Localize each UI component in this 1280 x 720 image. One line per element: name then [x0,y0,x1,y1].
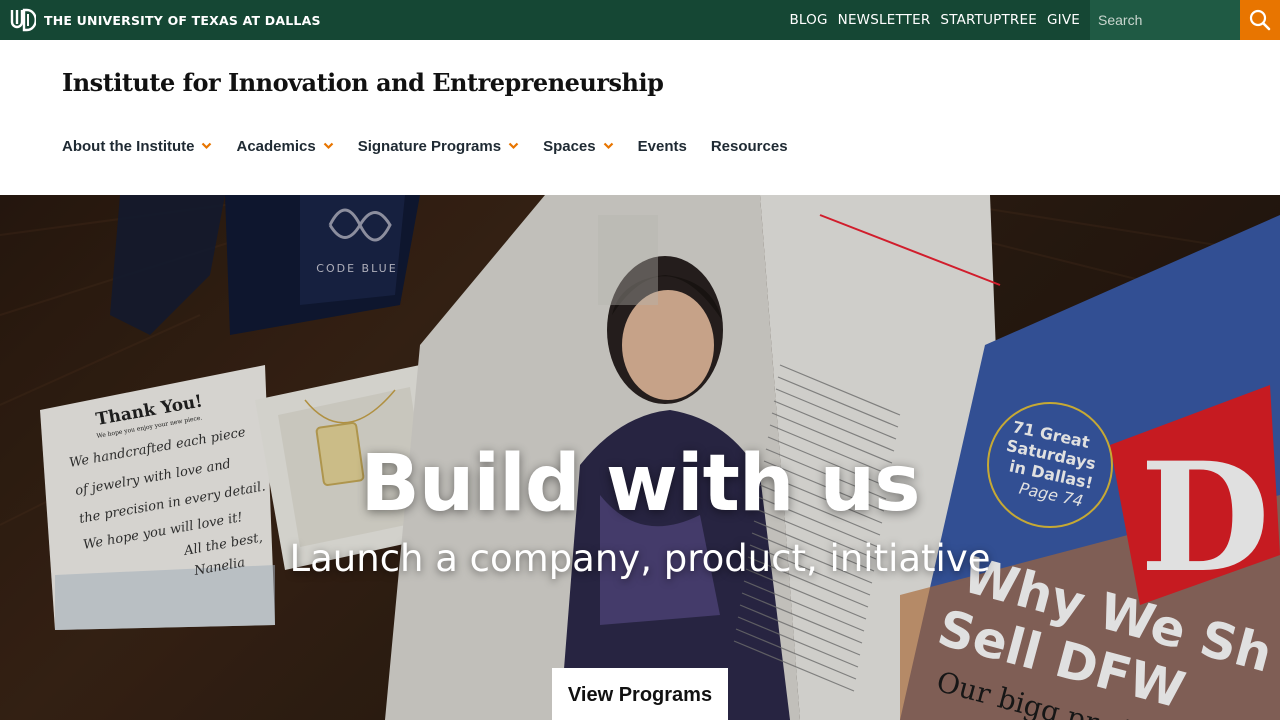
nav-academics-label: Academics [236,137,316,155]
hero-title: Build with us [360,439,920,529]
main-nav: About the Institute Academics Signature … [62,134,812,158]
nav-resources-label: Resources [710,137,788,155]
top-utility-bar: THE UNIVERSITY OF TEXAS AT DALLAS BLOG N… [0,0,1280,40]
nav-spaces[interactable]: Spaces [543,138,614,155]
search-input[interactable] [1090,0,1240,40]
startuptree-link[interactable]: STARTUPTREE [940,12,1037,28]
blog-link[interactable]: BLOG [789,12,827,28]
search-button[interactable] [1240,0,1280,40]
nav-signature-programs-label: Signature Programs [357,137,502,155]
utd-monogram-icon [10,8,36,32]
nav-events-label: Events [637,137,687,155]
nav-signature-programs[interactable]: Signature Programs [358,138,519,155]
nav-events[interactable]: Events [638,138,687,155]
nav-about-label: About the Institute [62,137,195,155]
site-title[interactable]: Institute for Innovation and Entrepreneu… [62,68,664,97]
chevron-down-icon [202,142,212,150]
give-link[interactable]: GIVE [1047,12,1080,28]
nav-about[interactable]: About the Institute [62,138,212,155]
view-programs-button[interactable]: View Programs [552,668,728,720]
university-name: THE UNIVERSITY OF TEXAS AT DALLAS [44,12,321,28]
nav-spaces-label: Spaces [543,137,596,155]
chevron-down-icon [323,142,333,150]
chevron-down-icon [508,142,519,150]
hero-subtitle: Launch a company, product, initiative [289,537,991,580]
utd-logo-link[interactable]: THE UNIVERSITY OF TEXAS AT DALLAS [10,8,321,32]
newsletter-link[interactable]: NEWSLETTER [838,12,931,28]
chevron-down-icon [603,142,613,150]
utility-links: BLOG NEWSLETTER STARTUPTREE GIVE [789,0,1080,40]
hero-banner: CODE BLUE Thank You! We hope you enjoy y… [0,195,1280,720]
search-icon [1249,9,1271,31]
search-container [1090,0,1240,40]
nav-resources[interactable]: Resources [711,138,788,155]
nav-academics[interactable]: Academics [236,138,333,155]
